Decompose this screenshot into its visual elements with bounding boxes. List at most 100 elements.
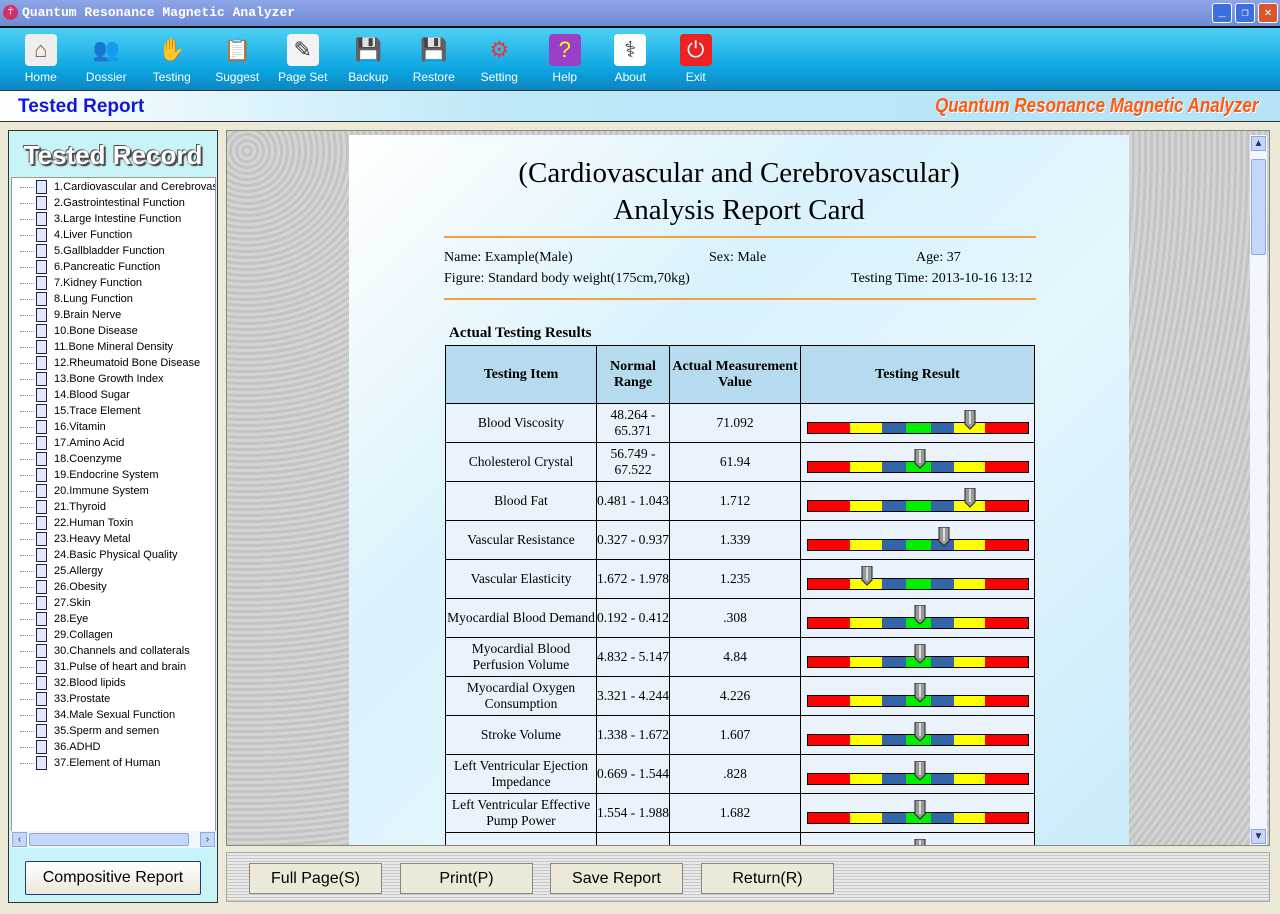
- toolbar-about-button[interactable]: ⚕ About: [598, 28, 664, 90]
- tree-item-label: 3.Large Intestine Function: [54, 213, 182, 225]
- tree-item[interactable]: 21.Thyroid: [12, 499, 215, 515]
- tree-item[interactable]: 25.Allergy: [12, 563, 215, 579]
- tree-item[interactable]: 12.Rheumatoid Bone Disease: [12, 355, 215, 371]
- tree-item-label: 20.Immune System: [54, 485, 149, 497]
- tree-item[interactable]: 6.Pancreatic Function: [12, 259, 215, 275]
- tree-item[interactable]: 20.Immune System: [12, 483, 215, 499]
- scroll-thumb[interactable]: [1251, 159, 1266, 255]
- document-icon: [36, 372, 47, 386]
- toolbar-testing-button[interactable]: ✋ Testing: [139, 28, 205, 90]
- toolbar-page-set-button[interactable]: ✎ Page Set: [270, 28, 336, 90]
- tree-item[interactable]: 19.Endocrine System: [12, 467, 215, 483]
- toolbar-dossier-button[interactable]: 👥 Dossier: [74, 28, 140, 90]
- scroll-up-icon[interactable]: ▲: [1251, 136, 1266, 151]
- document-icon: [36, 356, 47, 370]
- tree-item[interactable]: 32.Blood lipids: [12, 675, 215, 691]
- return-button[interactable]: Return(R): [701, 863, 834, 894]
- tree-item[interactable]: 7.Kidney Function: [12, 275, 215, 291]
- tree-item[interactable]: 8.Lung Function: [12, 291, 215, 307]
- toolbar-backup-button[interactable]: 💾 Backup: [336, 28, 402, 90]
- tree-item[interactable]: 4.Liver Function: [12, 227, 215, 243]
- gauge-segment: [954, 657, 985, 667]
- col-testing-item: Testing Item: [445, 345, 597, 404]
- tree-item[interactable]: 2.Gastrointestinal Function: [12, 195, 215, 211]
- col-actual-value: Actual Measurement Value: [669, 345, 801, 404]
- tree-item[interactable]: 1.Cardiovascular and Cerebrovasc: [12, 179, 215, 195]
- tree-item[interactable]: 5.Gallbladder Function: [12, 243, 215, 259]
- toolbar-suggest-button[interactable]: 📋 Suggest: [205, 28, 271, 90]
- scroll-right-icon[interactable]: ›: [200, 832, 215, 847]
- toolbar-help-button[interactable]: ? Help: [532, 28, 598, 90]
- tree-item[interactable]: 36.ADHD: [12, 739, 215, 755]
- scroll-thumb[interactable]: [29, 833, 189, 846]
- print-button[interactable]: Print(P): [400, 863, 533, 894]
- window-title: Quantum Resonance Magnetic Analyzer: [22, 5, 296, 20]
- gauge-segment: [850, 774, 882, 784]
- gauge-segment: [881, 423, 906, 433]
- close-button[interactable]: ✕: [1258, 3, 1278, 23]
- tree-item[interactable]: 9.Brain Nerve: [12, 307, 215, 323]
- document-icon: [36, 180, 47, 194]
- actual-value: 4.84: [669, 637, 801, 677]
- actual-value: .308: [669, 598, 801, 638]
- tree-item[interactable]: 29.Collagen: [12, 627, 215, 643]
- save-report-button[interactable]: Save Report: [550, 863, 683, 894]
- toolbar-restore-button[interactable]: 💾 Restore: [401, 28, 467, 90]
- tree-item[interactable]: 28.Eye: [12, 611, 215, 627]
- tree-item[interactable]: 16.Vitamin: [12, 419, 215, 435]
- tree-item-label: 23.Heavy Metal: [54, 533, 131, 545]
- gauge-segment: [984, 657, 1028, 667]
- actual-value: 1.682: [669, 793, 801, 833]
- report-title-line1: (Cardiovascular and Cerebrovascular): [518, 157, 960, 189]
- tree-item-label: 32.Blood lipids: [54, 677, 126, 689]
- document-icon: [36, 548, 47, 562]
- tree-item[interactable]: 37.Element of Human: [12, 755, 215, 771]
- patient-sex: Sex: Male: [709, 250, 767, 265]
- toolbar-exit-button[interactable]: ⏻ Exit: [663, 28, 729, 90]
- tree-item-label: 36.ADHD: [54, 741, 101, 753]
- tree-item[interactable]: 30.Channels and collaterals: [12, 643, 215, 659]
- testing-result: [800, 481, 1035, 521]
- testing-item: Cholesterol Crystal: [445, 442, 597, 482]
- gauge-segment: [931, 657, 955, 667]
- compositive-report-button[interactable]: Compositive Report: [25, 861, 201, 895]
- toolbar-setting-button[interactable]: ⚙ Setting: [467, 28, 533, 90]
- document-icon: [36, 660, 47, 674]
- testing-item: Stroke Volume: [445, 715, 597, 755]
- tree-item[interactable]: 10.Bone Disease: [12, 323, 215, 339]
- gauge-segment: [807, 462, 851, 472]
- tree-item[interactable]: 24.Basic Physical Quality: [12, 547, 215, 563]
- tree-item[interactable]: 13.Bone Growth Index: [12, 371, 215, 387]
- tree-item[interactable]: 27.Skin: [12, 595, 215, 611]
- tree-item[interactable]: 3.Large Intestine Function: [12, 211, 215, 227]
- vertical-scrollbar[interactable]: ▲ ▼: [1250, 135, 1267, 845]
- tree-item[interactable]: 33.Prostate: [12, 691, 215, 707]
- tree-item[interactable]: 26.Obesity: [12, 579, 215, 595]
- gauge-segment: [905, 423, 932, 433]
- gauge-segment: [931, 696, 955, 706]
- tree-item[interactable]: 22.Human Toxin: [12, 515, 215, 531]
- tree-item[interactable]: 18.Coenzyme: [12, 451, 215, 467]
- scroll-left-icon[interactable]: ‹: [12, 832, 27, 847]
- actual-value: 1.339: [669, 520, 801, 560]
- tree-item[interactable]: 31.Pulse of heart and brain: [12, 659, 215, 675]
- gauge-segment: [850, 501, 882, 511]
- tree-item[interactable]: 35.Sperm and semen: [12, 723, 215, 739]
- maximize-button[interactable]: ❐: [1235, 3, 1255, 23]
- document-icon: [36, 500, 47, 514]
- tree-item[interactable]: 14.Blood Sugar: [12, 387, 215, 403]
- tree-item[interactable]: 15.Trace Element: [12, 403, 215, 419]
- tree-item[interactable]: 23.Heavy Metal: [12, 531, 215, 547]
- scroll-down-icon[interactable]: ▼: [1251, 829, 1266, 844]
- full-page-button[interactable]: Full Page(S): [249, 863, 382, 894]
- horizontal-scrollbar[interactable]: ‹ ›: [11, 831, 216, 848]
- gauge-segment: [807, 501, 851, 511]
- tree-item[interactable]: 34.Male Sexual Function: [12, 707, 215, 723]
- gauge-segment: [881, 813, 906, 823]
- testing-item: Coronary Artery: [445, 832, 597, 845]
- minimize-button[interactable]: _: [1212, 3, 1232, 23]
- tree-item[interactable]: 11.Bone Mineral Density: [12, 339, 215, 355]
- tree-item[interactable]: 17.Amino Acid: [12, 435, 215, 451]
- toolbar-home-button[interactable]: ⌂ Home: [8, 28, 74, 90]
- testing-item: Vascular Resistance: [445, 520, 597, 560]
